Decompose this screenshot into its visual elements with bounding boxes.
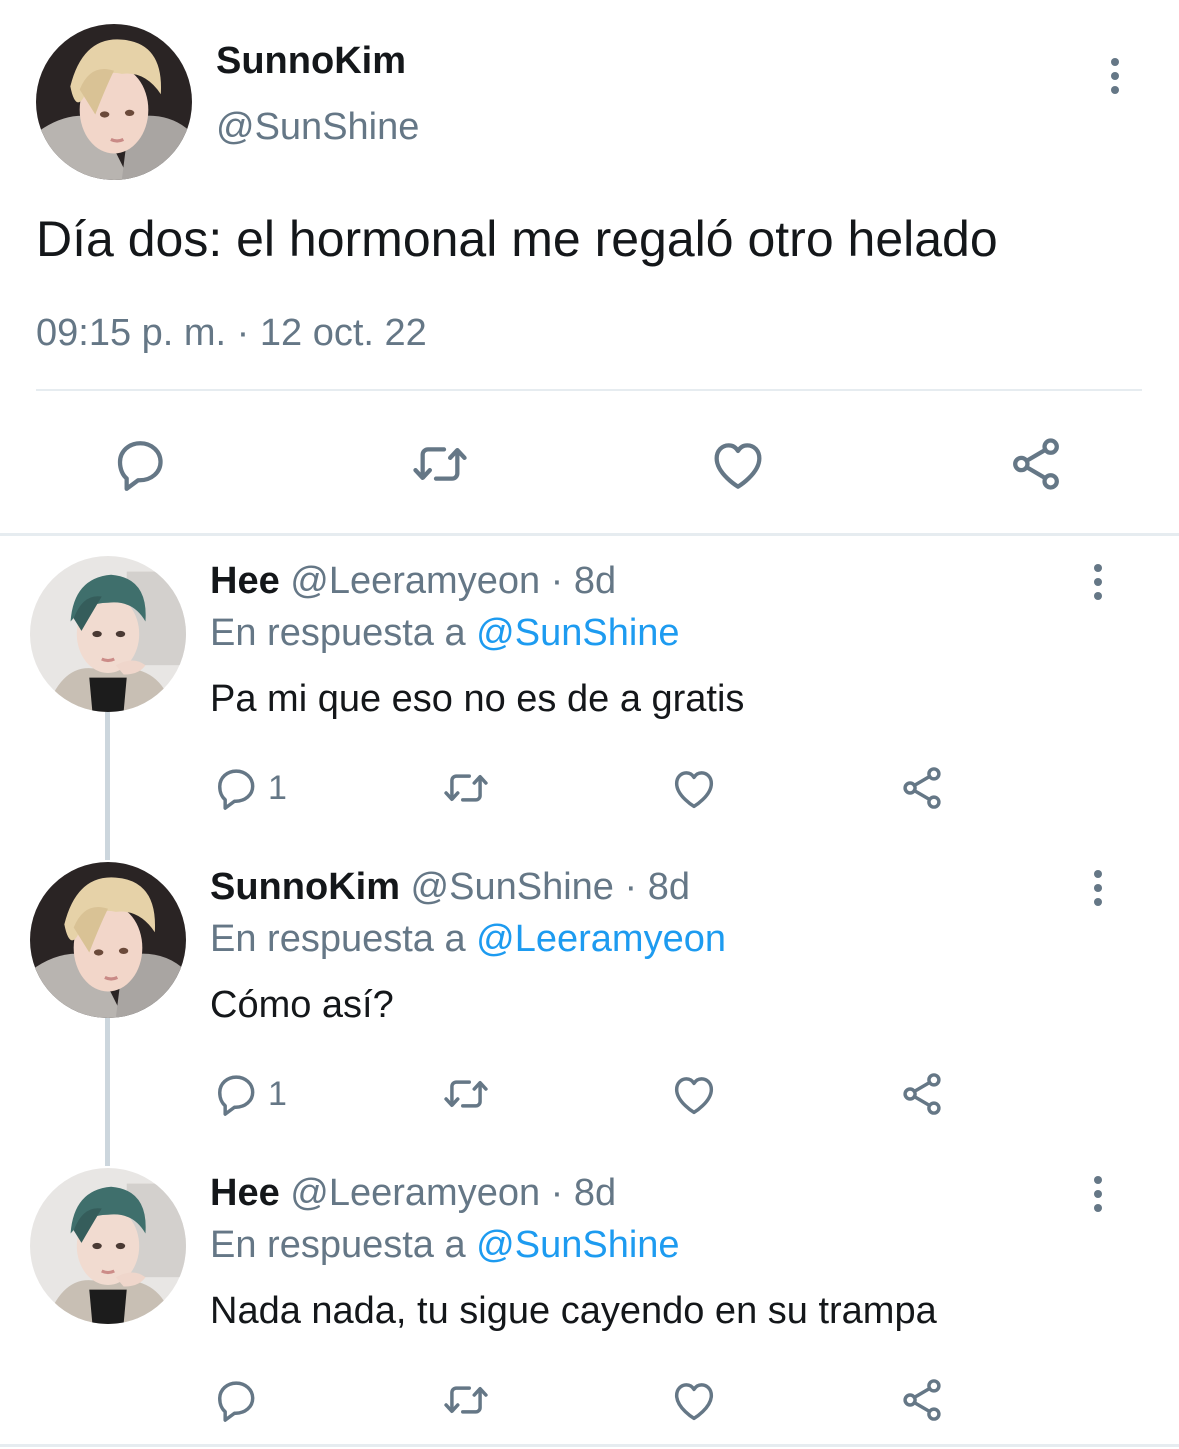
reply-prefix: En respuesta a	[210, 1224, 477, 1266]
reply-icon	[210, 1068, 262, 1120]
reply-button[interactable]: 1	[210, 1068, 287, 1120]
display-name[interactable]: Hee	[210, 560, 280, 602]
avatar[interactable]	[36, 24, 192, 180]
share-icon[interactable]	[896, 762, 948, 814]
more-options-icon[interactable]	[1083, 560, 1113, 604]
display-name[interactable]: SunnoKim	[216, 40, 406, 83]
retweet-icon[interactable]	[440, 1068, 492, 1120]
more-options-icon[interactable]	[1083, 1172, 1113, 1216]
handle[interactable]: @SunShine	[216, 106, 419, 149]
reply-icon[interactable]	[108, 432, 172, 496]
retweet-icon[interactable]	[408, 432, 472, 496]
handle-and-time: @SunShine · 8d	[399, 866, 690, 908]
mention-link[interactable]: @Leeramyeon	[476, 918, 726, 960]
reply-context: En respuesta a @Leeramyeon	[210, 918, 726, 961]
avatar[interactable]	[30, 1168, 186, 1324]
reply-icon	[210, 762, 262, 814]
handle-and-time: @Leeramyeon · 8d	[279, 1172, 617, 1214]
reply-count: 1	[268, 1074, 287, 1113]
reply-text: Cómo así?	[210, 984, 394, 1026]
reply-tweet[interactable]: SunnoKim @SunShine · 8d En respuesta a @…	[0, 862, 1179, 1168]
mention-link[interactable]: @SunShine	[476, 1224, 679, 1266]
more-options-icon[interactable]	[1083, 866, 1113, 910]
bottom-divider	[0, 1444, 1179, 1447]
reply-tweet[interactable]: Hee @Leeramyeon · 8d En respuesta a @Sun…	[0, 1168, 1179, 1449]
divider	[36, 389, 1142, 391]
share-icon[interactable]	[896, 1374, 948, 1426]
like-icon[interactable]	[668, 762, 720, 814]
avatar[interactable]	[30, 862, 186, 1018]
reply-button[interactable]	[210, 1374, 268, 1426]
reply-text: Nada nada, tu sigue cayendo en su trampa	[210, 1290, 937, 1332]
retweet-icon[interactable]	[440, 1374, 492, 1426]
tweet-text: Día dos: el hormonal me regaló otro hela…	[36, 211, 998, 267]
share-icon[interactable]	[1004, 432, 1068, 496]
avatar[interactable]	[30, 556, 186, 712]
reply-header: Hee @Leeramyeon · 8d	[210, 560, 616, 603]
more-options-icon[interactable]	[1100, 54, 1130, 98]
reply-text: Pa mi que eso no es de a gratis	[210, 678, 745, 720]
mention-link[interactable]: @SunShine	[476, 612, 679, 654]
retweet-icon[interactable]	[440, 762, 492, 814]
reply-context: En respuesta a @SunShine	[210, 612, 680, 655]
display-name[interactable]: Hee	[210, 1172, 280, 1214]
reply-header: SunnoKim @SunShine · 8d	[210, 866, 690, 909]
like-icon[interactable]	[668, 1068, 720, 1120]
reply-prefix: En respuesta a	[210, 612, 477, 654]
display-name[interactable]: SunnoKim	[210, 866, 400, 908]
main-tweet: SunnoKim @SunShine Día dos: el hormonal …	[0, 0, 1179, 536]
tweet-timestamp: 09:15 p. m. · 12 oct. 22	[36, 312, 427, 354]
section-divider	[0, 533, 1179, 536]
reply-icon	[210, 1374, 262, 1426]
reply-header: Hee @Leeramyeon · 8d	[210, 1172, 616, 1215]
reply-count: 1	[268, 768, 287, 807]
reply-button[interactable]: 1	[210, 762, 287, 814]
like-icon[interactable]	[706, 432, 770, 496]
reply-prefix: En respuesta a	[210, 918, 477, 960]
handle-and-time: @Leeramyeon · 8d	[279, 560, 617, 602]
reply-context: En respuesta a @SunShine	[210, 1224, 680, 1267]
like-icon[interactable]	[668, 1374, 720, 1426]
reply-tweet[interactable]: Hee @Leeramyeon · 8d En respuesta a @Sun…	[0, 556, 1179, 862]
share-icon[interactable]	[896, 1068, 948, 1120]
